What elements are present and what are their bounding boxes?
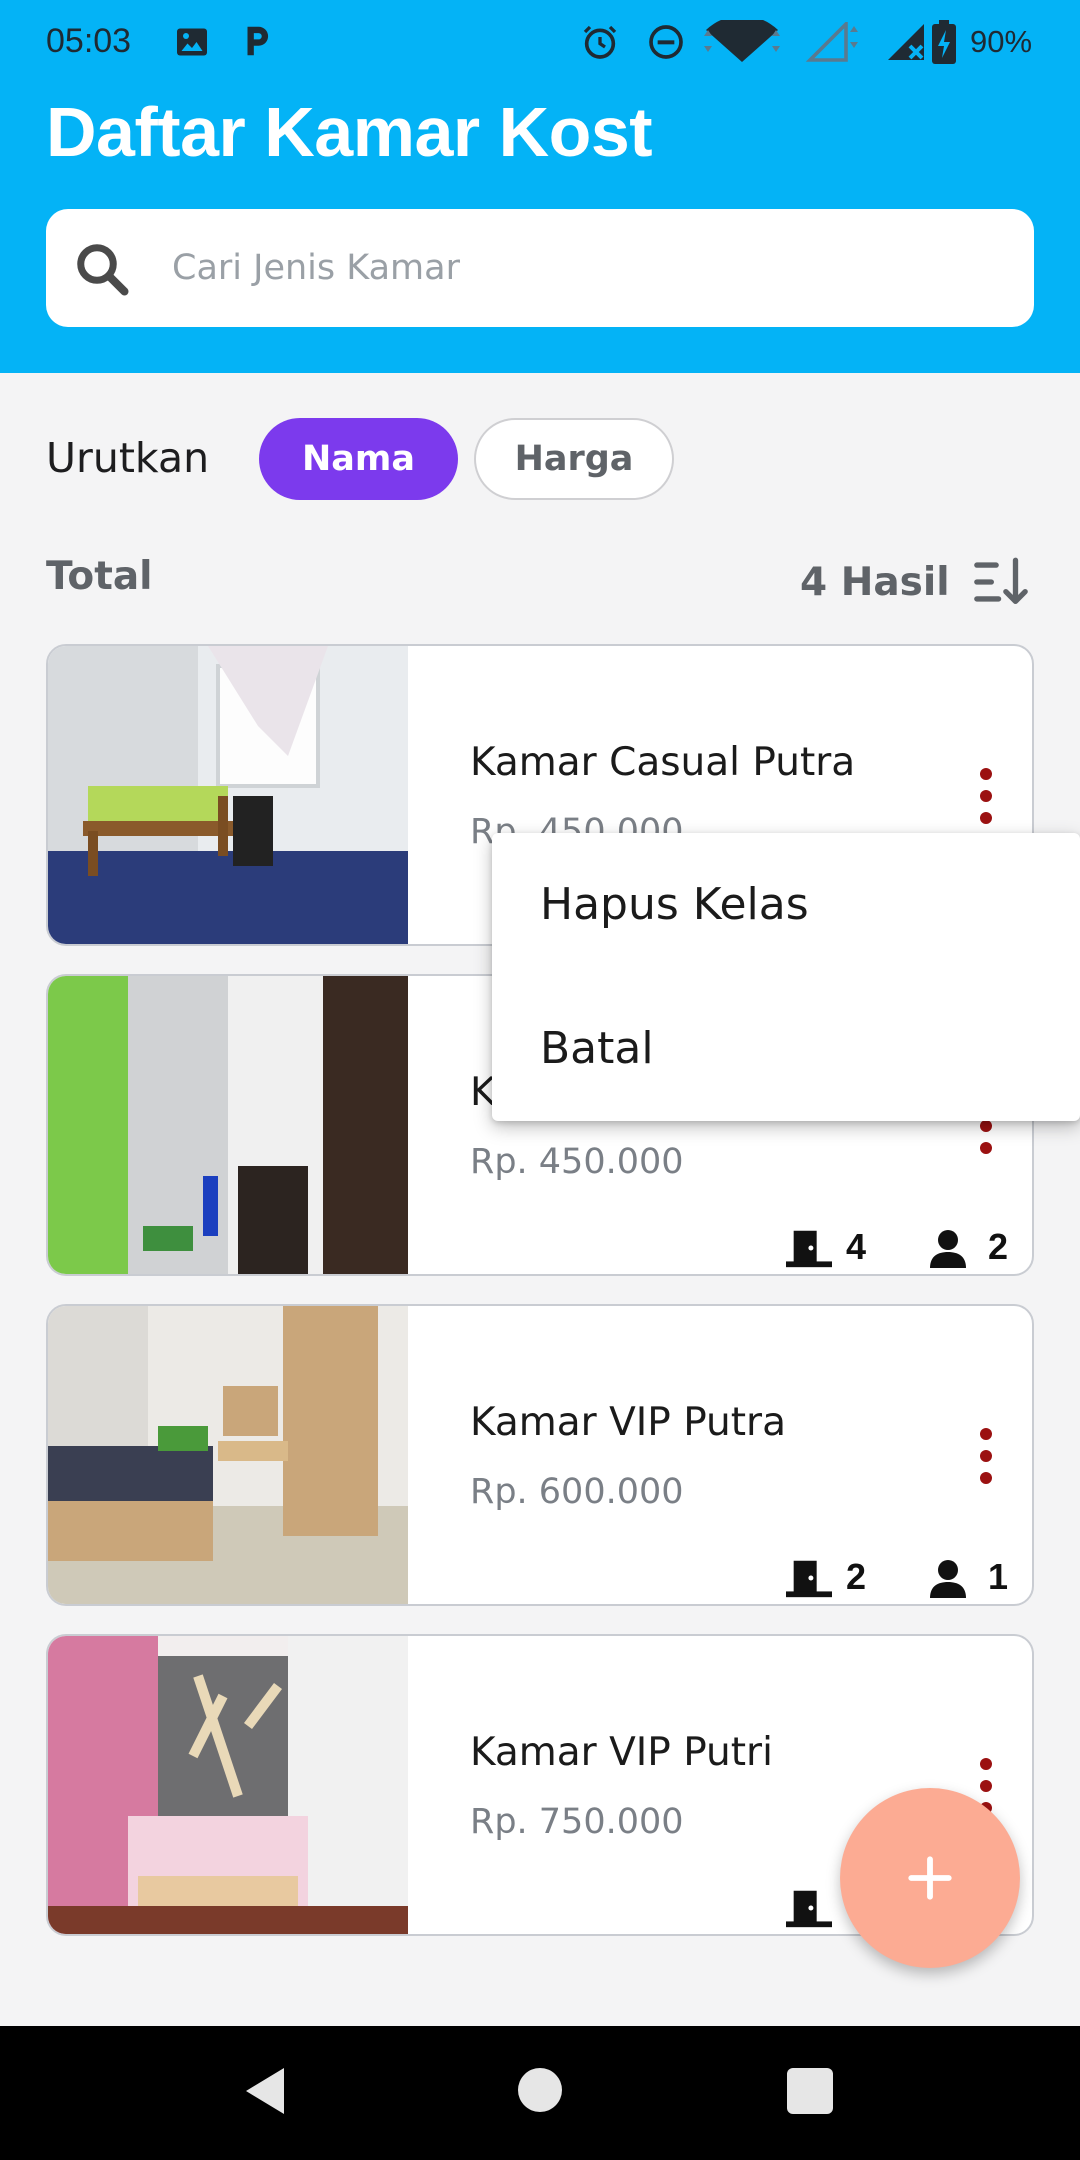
- total-label: Total: [46, 554, 153, 599]
- person-icon: [930, 1560, 966, 1598]
- alarm-icon: [583, 25, 617, 59]
- app-header: 05:03 90% Daftar Kamar Kost: [0, 0, 1080, 373]
- image-icon: [177, 28, 207, 56]
- status-time: 05:03: [46, 22, 132, 60]
- back-icon[interactable]: [244, 2066, 288, 2116]
- sort-order-icon[interactable]: [972, 553, 1030, 611]
- room-photo: [48, 646, 408, 944]
- room-card[interactable]: Kamar VIP Putra Rp. 600.000 2 1: [46, 1304, 1034, 1606]
- room-price: Rp. 750.000: [470, 1802, 684, 1842]
- door-icon: [786, 1230, 832, 1268]
- home-icon[interactable]: [518, 2068, 562, 2112]
- dnd-icon: [649, 25, 683, 59]
- page-title: Daftar Kamar Kost: [46, 93, 653, 171]
- result-count: 4 Hasil: [800, 560, 950, 605]
- recents-icon[interactable]: [787, 2068, 833, 2114]
- menu-item-batal[interactable]: Batal: [540, 1023, 654, 1074]
- search-icon: [77, 244, 129, 296]
- room-name: Kamar VIP Putra: [470, 1400, 786, 1445]
- door-count: 2: [786, 1556, 876, 1600]
- more-options-icon[interactable]: [978, 764, 994, 828]
- plus-icon: [908, 1856, 952, 1900]
- sort-chip-nama[interactable]: Nama: [259, 418, 458, 500]
- signal-icon: [806, 22, 858, 62]
- more-options-icon[interactable]: [978, 1424, 994, 1488]
- options-popup-menu: Hapus Kelas Batal: [492, 833, 1080, 1121]
- menu-item-hapus-kelas[interactable]: Hapus Kelas: [540, 879, 809, 930]
- sort-label: Urutkan: [46, 434, 210, 482]
- room-price: Rp. 450.000: [470, 1142, 684, 1182]
- p-icon: [247, 26, 269, 56]
- battery-charging-icon: [932, 20, 956, 64]
- room-price: Rp. 600.000: [470, 1472, 684, 1512]
- sort-chip-harga[interactable]: Harga: [474, 418, 674, 500]
- battery-percentage: 90%: [970, 24, 1033, 59]
- wifi-icon: [704, 20, 780, 62]
- door-count: 4: [786, 1226, 876, 1270]
- room-photo: [48, 976, 408, 1274]
- room-name: Kamar Casual Putra: [470, 740, 856, 785]
- status-bar: 05:03 90%: [0, 0, 1080, 84]
- add-room-button[interactable]: [840, 1788, 1020, 1968]
- person-count: 2: [928, 1226, 1028, 1270]
- door-icon: [786, 1560, 832, 1598]
- room-photo: [48, 1636, 408, 1934]
- signal-x-icon: [888, 24, 924, 60]
- person-count: 1: [928, 1556, 1028, 1600]
- search-input[interactable]: [172, 235, 992, 301]
- room-photo: [48, 1306, 408, 1604]
- search-bar[interactable]: [46, 209, 1034, 327]
- person-icon: [930, 1230, 966, 1268]
- system-nav-bar: [0, 2026, 1080, 2160]
- door-icon: [786, 1890, 832, 1928]
- room-name: Kamar VIP Putri: [470, 1730, 773, 1775]
